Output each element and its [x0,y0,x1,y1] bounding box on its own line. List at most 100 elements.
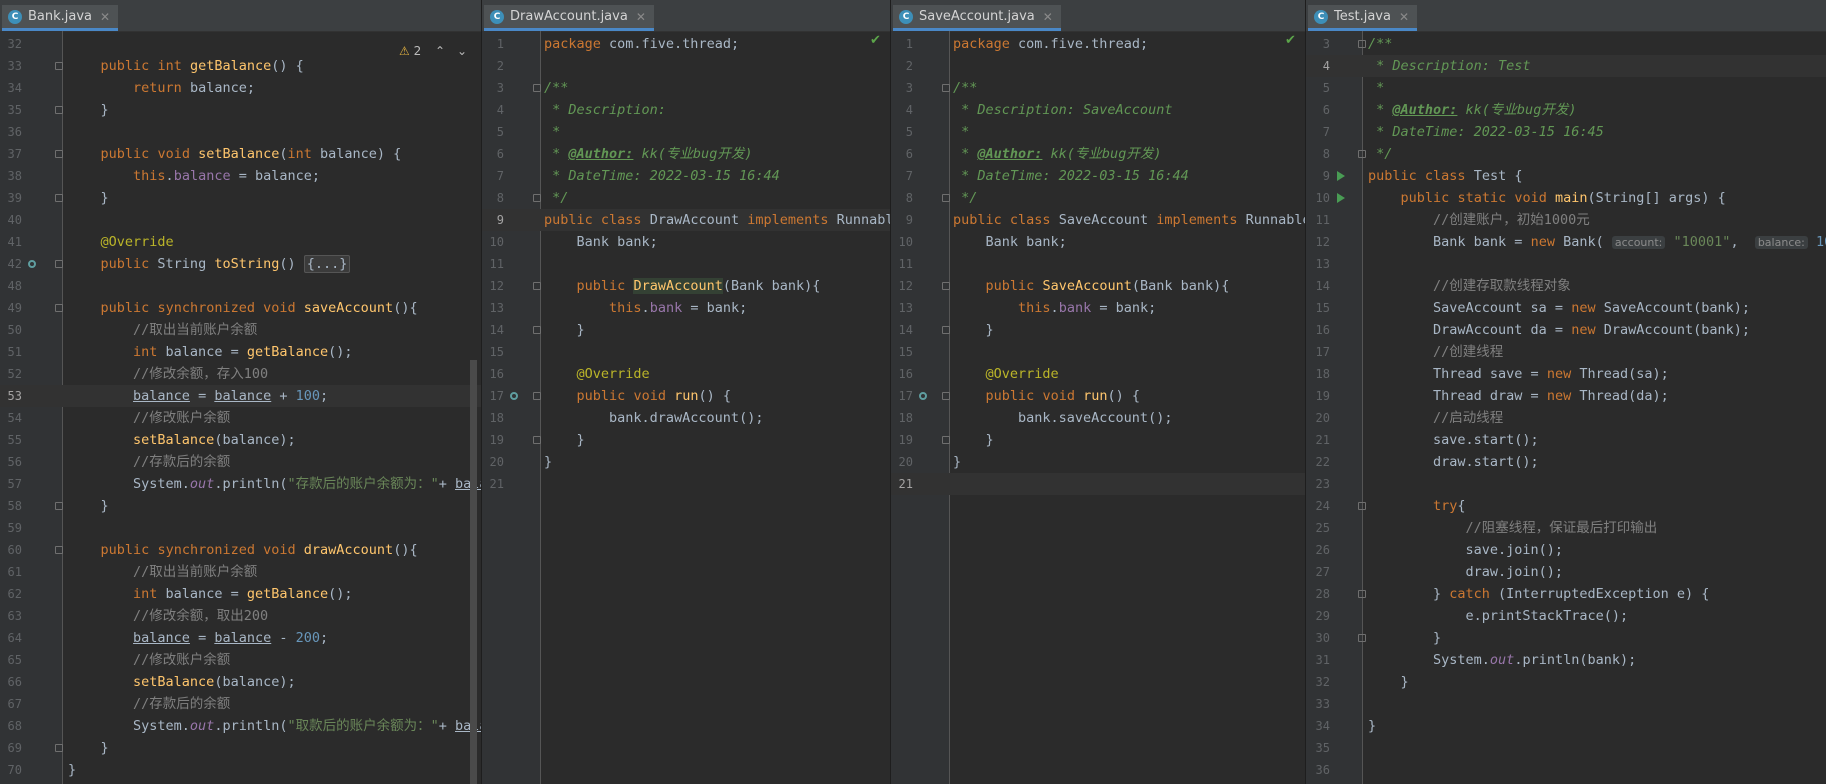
code-line[interactable]: 18 bank.saveAccount(); [891,407,1305,429]
code-line[interactable]: 62 int balance = getBalance(); [0,583,481,605]
code-line[interactable]: 35 [1306,737,1826,759]
code-line[interactable]: 11 [891,253,1305,275]
code-area[interactable]: 1 package com.five.thread; 2 3 /** 4 * Descri… [891,31,1305,784]
code-line[interactable]: 37 public void setBalance(int balance) { [0,143,481,165]
code-line[interactable]: 16 @Override [482,363,890,385]
tab-bank-java[interactable]: C Bank.java ✕ [2,5,119,31]
code-line[interactable]: 5 * [891,121,1305,143]
code-line[interactable]: 19 } [482,429,890,451]
code-line[interactable]: 30 } [1306,627,1826,649]
code-area[interactable]: 32 33 public int getBalance() {34 return … [0,31,481,784]
code-line[interactable]: 6 * @Author: kk(专业bug开发) [891,143,1305,165]
code-line[interactable]: 4 * Description: SaveAccount [891,99,1305,121]
code-line[interactable]: 40 [0,209,481,231]
code-line[interactable]: 1 package com.five.thread; [891,33,1305,55]
code-line[interactable]: 14 //创建存取款线程对象 [1306,275,1826,297]
fold-marker-icon[interactable] [1358,40,1366,48]
code-line[interactable]: 8 */ [891,187,1305,209]
code-line[interactable]: 3 /** [891,77,1305,99]
code-line[interactable]: 6 * @Author: kk(专业bug开发) [1306,99,1826,121]
code-line[interactable]: 28 } catch (InterruptedException e) { [1306,583,1826,605]
code-line[interactable]: 68 System.out.println("取款后的账户余额为："+ bala… [0,715,481,737]
code-line[interactable]: 29 e.printStackTrace(); [1306,605,1826,627]
code-line[interactable]: 16 @Override [891,363,1305,385]
code-line[interactable]: 11 //创建账户，初始1000元 [1306,209,1826,231]
fold-marker-icon[interactable] [942,326,950,334]
fold-marker-icon[interactable] [533,326,541,334]
code-line[interactable]: 35 } [0,99,481,121]
code-line[interactable]: 15 [482,341,890,363]
code-line[interactable]: 70} [0,759,481,781]
run-icon[interactable] [1337,171,1345,181]
fold-marker-icon[interactable] [533,282,541,290]
code-line[interactable]: 10 Bank bank; [891,231,1305,253]
code-line[interactable]: 4 * Description: Test [1306,55,1826,77]
code-line[interactable]: 66 setBalance(balance); [0,671,481,693]
code-line[interactable]: 63 //修改余额，取出200 [0,605,481,627]
code-line[interactable]: 25 //阻塞线程，保证最后打印输出 [1306,517,1826,539]
code-line[interactable]: 64 balance = balance - 200; [0,627,481,649]
code-line[interactable]: 61 //取出当前账户余额 [0,561,481,583]
code-line[interactable]: 36 [0,121,481,143]
code-line[interactable]: 6 * @Author: kk(专业bug开发) [482,143,890,165]
code-line[interactable]: 9 public class SaveAccount implements Run… [891,209,1305,231]
code-line[interactable]: 5 * [482,121,890,143]
fold-marker-icon[interactable] [533,194,541,202]
code-line[interactable]: 3 /** [482,77,890,99]
code-line[interactable]: 10 Bank bank; [482,231,890,253]
code-line[interactable]: 17 public void run() { [891,385,1305,407]
code-line[interactable]: 7 * DateTime: 2022-03-15 16:45 [1306,121,1826,143]
code-line[interactable]: 20} [482,451,890,473]
fold-marker-icon[interactable] [55,304,63,312]
code-line[interactable]: 23 [1306,473,1826,495]
code-line[interactable]: 19 } [891,429,1305,451]
code-line[interactable]: 50 //取出当前账户余额 [0,319,481,341]
code-line[interactable]: 15 [891,341,1305,363]
code-line[interactable]: 21 [891,473,1305,495]
tab-test-java[interactable]: C Test.java ✕ [1308,5,1418,31]
code-line[interactable]: 12 public SaveAccount(Bank bank){ [891,275,1305,297]
fold-marker-icon[interactable] [533,392,541,400]
close-icon[interactable]: ✕ [636,10,646,24]
code-line[interactable]: 69 } [0,737,481,759]
code-line[interactable]: 13 [1306,253,1826,275]
code-area[interactable]: 3/** 4 * Description: Test 5 * 6 * @Author:… [1306,31,1826,784]
code-line[interactable]: 4 * Description: [482,99,890,121]
code-line[interactable]: 7 * DateTime: 2022-03-15 16:44 [891,165,1305,187]
fold-marker-icon[interactable] [55,106,63,114]
code-line[interactable]: 65 //修改账户余额 [0,649,481,671]
code-line[interactable]: 48 [0,275,481,297]
code-line[interactable]: 31 System.out.println(bank); [1306,649,1826,671]
code-line[interactable]: 32 [0,33,481,55]
code-line[interactable]: 13 this.bank = bank; [891,297,1305,319]
code-area[interactable]: 1 package com.five.thread; 2 3 /** 4 * Descri… [482,31,890,784]
code-line[interactable]: 2 [891,55,1305,77]
fold-marker-icon[interactable] [1358,502,1366,510]
code-line[interactable]: 18 bank.drawAccount(); [482,407,890,429]
code-line[interactable]: 27 draw.join(); [1306,561,1826,583]
fold-marker-icon[interactable] [942,436,950,444]
override-icon[interactable] [919,392,927,400]
code-line[interactable]: 12 Bank bank = new Bank( account: "10001… [1306,231,1826,253]
scrollbar[interactable] [470,360,477,784]
code-line[interactable]: 34} [1306,715,1826,737]
fold-marker-icon[interactable] [942,194,950,202]
override-icon[interactable] [28,260,36,268]
code-line[interactable]: 8 */ [1306,143,1826,165]
code-line[interactable]: 19 Thread draw = new Thread(da); [1306,385,1826,407]
code-line[interactable]: 12 public DrawAccount(Bank bank){ [482,275,890,297]
close-icon[interactable]: ✕ [100,10,110,24]
code-line[interactable]: 33 public int getBalance() { [0,55,481,77]
code-line[interactable]: 20} [891,451,1305,473]
code-line[interactable]: 58 } [0,495,481,517]
code-line[interactable]: 39 } [0,187,481,209]
code-line[interactable]: 33 [1306,693,1826,715]
code-line[interactable]: 7 * DateTime: 2022-03-15 16:44 [482,165,890,187]
code-line[interactable]: 34 return balance; [0,77,481,99]
override-icon[interactable] [510,392,518,400]
fold-marker-icon[interactable] [533,436,541,444]
run-icon[interactable] [1337,193,1345,203]
code-line[interactable]: 1 package com.five.thread; [482,33,890,55]
code-line[interactable]: 59 [0,517,481,539]
fold-marker-icon[interactable] [1358,590,1366,598]
